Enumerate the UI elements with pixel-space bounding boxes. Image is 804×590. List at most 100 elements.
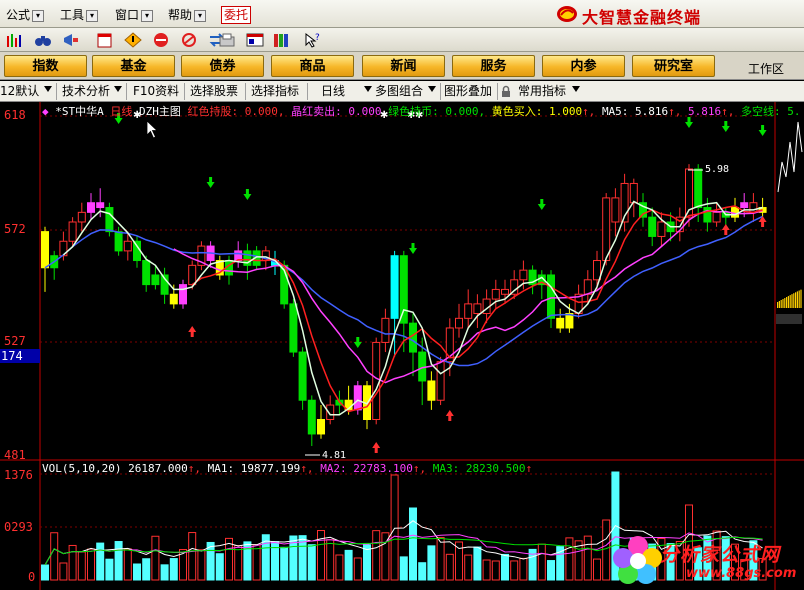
help-pointer-icon[interactable]: ?: [304, 32, 322, 48]
vol-value: 26187.000: [128, 462, 188, 475]
menu-formula[interactable]: 公式 ▾: [6, 6, 45, 24]
hdr-item: 绿色持币: 0.000,: [388, 105, 486, 118]
mini-line: [777, 121, 803, 193]
volume-bar: [225, 537, 233, 581]
candle-body: [123, 240, 132, 252]
tab-multi-chart[interactable]: 多图组合: [375, 83, 423, 100]
main-chart-label: DZH主图: [139, 105, 181, 118]
tab-divider: [126, 83, 127, 100]
hdr-item: 红色持股: 0.000,: [187, 105, 285, 118]
symbol-name: *ST中华A: [55, 105, 104, 118]
hdr-item: 黄色买入: 1.000: [491, 105, 583, 118]
kline-chart[interactable]: ✱ ✱ ✱ ✱: [0, 102, 804, 590]
tab-common-indicators[interactable]: 常用指标: [518, 83, 566, 100]
toolbar: ?: [0, 28, 804, 52]
candle-body: [629, 182, 638, 204]
tab-tech-analysis[interactable]: 技术分析: [62, 83, 110, 100]
nav-index-button[interactable]: 指数: [4, 55, 87, 77]
candle-body: [648, 216, 657, 237]
tab-overlay[interactable]: 图形叠加: [444, 83, 492, 100]
candle-body: [87, 202, 95, 213]
volume-bar: [234, 545, 243, 581]
sell-signal-arrow: [353, 337, 362, 348]
brand-banner: 大智慧金融终端: [554, 3, 800, 27]
brand-title: 大智慧金融终端: [582, 8, 702, 27]
tab-divider: [307, 83, 308, 100]
price-tick: 481: [4, 448, 26, 462]
workspace-label[interactable]: 工作区: [748, 60, 784, 77]
volume-bar: [114, 541, 123, 581]
candle-body: [409, 322, 417, 353]
chevron-down-icon[interactable]: [364, 86, 372, 92]
chevron-down-icon[interactable]: [428, 86, 436, 92]
tab-select-stock[interactable]: 选择股票: [190, 83, 238, 100]
volume-header: VOL(5,10,20) 26187.000↑, MA1: 19877.199↑…: [42, 462, 533, 475]
buy-signal-arrow: [188, 326, 197, 337]
candle-body: [583, 279, 592, 295]
nav-fund-button[interactable]: 基金: [92, 55, 175, 77]
mini-volume-bar: [777, 302, 779, 308]
period-label: 日线: [110, 105, 133, 118]
mini-volume-bar: [795, 292, 797, 308]
volume-bar: [280, 546, 289, 581]
volume-bar: [510, 560, 519, 581]
menu-tools[interactable]: 工具 ▾: [60, 6, 99, 24]
lock-icon[interactable]: [500, 85, 512, 98]
nav-research-button[interactable]: 研究室: [632, 55, 715, 77]
volume-bar: [96, 542, 105, 581]
tab-select-indicator[interactable]: 选择指标: [251, 83, 299, 100]
volume-tick: 1376: [4, 468, 33, 482]
volume-bar: [593, 558, 601, 581]
nav-commodity-button[interactable]: 商品: [271, 55, 354, 77]
nav-bond-button[interactable]: 债券: [181, 55, 264, 77]
tab-divider: [497, 83, 498, 100]
tray-icon[interactable]: [218, 32, 236, 48]
candle-body: [105, 207, 114, 233]
volume-bar: [473, 546, 482, 581]
candle-body: [179, 284, 187, 305]
mini-volume-bar: [798, 290, 800, 308]
megaphone-icon[interactable]: [62, 32, 80, 48]
candle-body: [556, 317, 565, 329]
menu-window[interactable]: 窗口 ▾: [115, 6, 154, 24]
prohibit-icon[interactable]: [180, 32, 198, 48]
tab-f10[interactable]: F10资料: [133, 83, 179, 100]
notepad-icon[interactable]: [96, 32, 114, 48]
candle-body: [390, 255, 399, 319]
tab-default[interactable]: 12默认: [0, 83, 39, 100]
candle-body: [68, 221, 77, 242]
mini-volume-bar: [793, 293, 795, 308]
volume-bar: [307, 544, 316, 581]
chevron-down-icon[interactable]: [572, 86, 580, 92]
volume-bar: [491, 560, 500, 581]
nav-insider-button[interactable]: 内参: [542, 55, 625, 77]
volume-bar: [399, 556, 408, 581]
volume-bar: [169, 558, 178, 581]
chevron-down-icon[interactable]: [114, 86, 122, 92]
chart-area[interactable]: ✱ ✱ ✱ ✱ ◆ *ST中华A 日线 DZH主图 红色持股: 0.000, 晶红卖出…: [0, 102, 804, 590]
candle-body: [712, 211, 721, 223]
price-tick: 618: [4, 108, 26, 122]
menu-help[interactable]: 帮助 ▾: [168, 6, 207, 24]
warning-diamond-icon[interactable]: [124, 32, 142, 48]
candle-body: [169, 293, 178, 305]
candle-body: [381, 317, 390, 343]
window-icon[interactable]: [246, 32, 264, 48]
sell-signal-arrow: [409, 243, 417, 254]
menu-bar: 公式 ▾ 工具 ▾ 窗口 ▾ 帮助 ▾ 委托 大智慧金融终端: [0, 0, 804, 28]
watermark: 分析家公式网 www.88gs.com: [610, 532, 800, 588]
volume-bar: [188, 532, 197, 581]
chevron-down-icon[interactable]: [44, 86, 52, 92]
no-entry-icon[interactable]: [152, 32, 170, 48]
volume-bar: [602, 519, 611, 581]
book-icon[interactable]: [272, 32, 290, 48]
tab-row: 12默认 技术分析 F10资料 选择股票 选择指标 日线 多图组合 图形叠加 常…: [0, 81, 804, 102]
hdr-item: MA5: 5.816: [601, 105, 669, 118]
tab-period[interactable]: 日线: [321, 83, 345, 100]
bar-chart-icon[interactable]: [6, 32, 24, 48]
nav-service-button[interactable]: 服务: [452, 55, 535, 77]
nav-news-button[interactable]: 新闻: [362, 55, 445, 77]
binoculars-icon[interactable]: [34, 32, 52, 48]
weituo-button[interactable]: 委托: [221, 6, 252, 24]
sell-signal-arrow: [206, 177, 215, 188]
